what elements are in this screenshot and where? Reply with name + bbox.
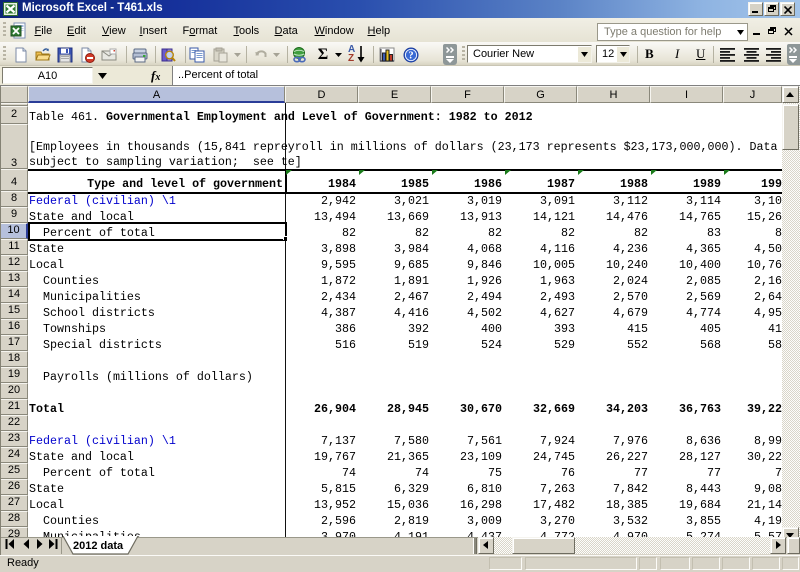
svg-text:?: ?	[408, 51, 413, 62]
